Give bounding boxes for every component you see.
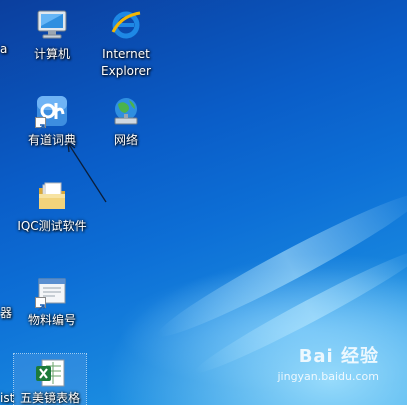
- desktop-icon-computer[interactable]: 计算机: [10, 8, 94, 63]
- desktop-icon-label: Internet Explorer: [101, 47, 151, 78]
- desktop-icon-youdao-dictionary[interactable]: 有道词典: [10, 94, 94, 149]
- desktop-icon-label: 网络: [113, 133, 138, 147]
- desktop-icon-network[interactable]: 网络: [84, 94, 168, 149]
- desktop-icon-label: 计算机: [33, 47, 70, 61]
- monitor-icon: [35, 8, 69, 42]
- desktop-icon-label: 物料编号: [27, 313, 76, 327]
- desktop-icon-label: IQC测试软件: [17, 219, 87, 233]
- youdao-icon: [35, 94, 69, 132]
- excel-icon: [33, 356, 67, 390]
- watermark-brand: Bai 经验: [298, 346, 379, 367]
- watermark-url: jingyan.baidu.com: [277, 370, 379, 383]
- baidu-jingyan-watermark: Bai 经验 jingyan.baidu.com: [277, 342, 379, 383]
- partial-icon-label[interactable]: a: [0, 42, 7, 56]
- desktop-icon-spreadsheet[interactable]: 五美镜表格: [13, 353, 87, 405]
- desktop-icon-material-number[interactable]: 物料编号: [10, 274, 94, 329]
- desktop-icon-internet-explorer[interactable]: Internet Explorer: [84, 8, 168, 80]
- ie-icon: [109, 8, 143, 42]
- desktop-icon-iqc-software[interactable]: IQC测试软件: [10, 180, 94, 235]
- desktop-icon-label: 五美镜表格: [19, 391, 80, 405]
- desktop: a 器 ist 计算机 Internet Explorer 有道词典 网络 IQ…: [0, 0, 407, 405]
- desktop-icon-label: 有道词典: [27, 133, 76, 147]
- partial-icon-label[interactable]: ist: [0, 391, 14, 405]
- folder-icon: [35, 180, 69, 214]
- document-shortcut-icon: [35, 274, 69, 312]
- shortcut-arrow-icon: [35, 117, 46, 132]
- network-globe-icon: [109, 94, 143, 128]
- shortcut-arrow-icon: [35, 297, 46, 312]
